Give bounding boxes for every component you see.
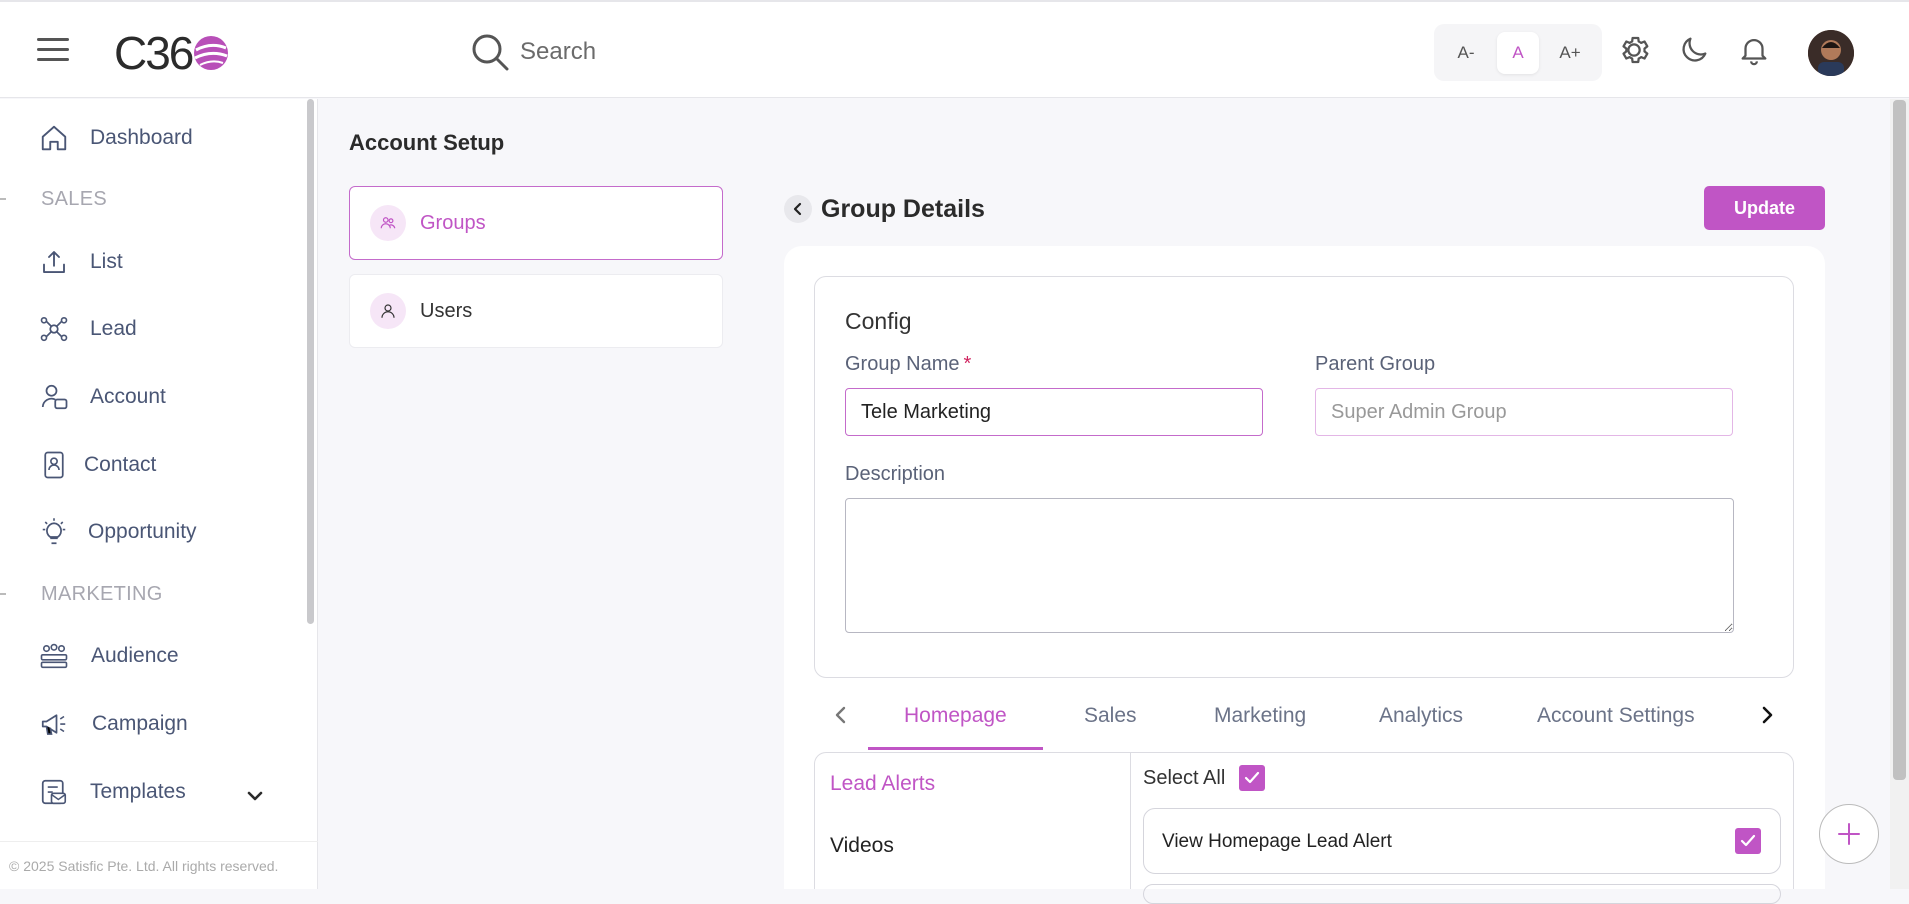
add-button[interactable] <box>1819 804 1879 864</box>
avatar-image <box>1808 30 1854 76</box>
sidebar-item-label: Lead <box>90 317 137 340</box>
side-card-label: Groups <box>420 211 486 234</box>
gear-icon[interactable] <box>1617 33 1651 67</box>
permission-row-label: View Homepage Lead Alert <box>1162 831 1392 852</box>
permission-row <box>1143 884 1781 904</box>
network-icon <box>38 313 70 345</box>
lightbulb-icon <box>38 516 70 548</box>
tab-account-settings[interactable]: Account Settings <box>1537 704 1695 728</box>
sidebar-item-lead[interactable]: Lead <box>38 313 137 345</box>
sidebar-item-audience[interactable]: Audience <box>38 640 179 672</box>
permission-category-videos[interactable]: Videos <box>830 834 894 858</box>
permission-category-lead-alerts[interactable]: Lead Alerts <box>830 772 935 796</box>
sidebar-item-label: Contact <box>84 453 157 476</box>
avatar[interactable] <box>1808 30 1854 76</box>
chevron-left-icon <box>793 202 802 216</box>
tab-scroll-right-icon[interactable] <box>1757 703 1777 727</box>
font-size-switcher: A- A A+ <box>1434 24 1602 81</box>
group-name-label: Group Name * <box>845 353 971 376</box>
tab-sales[interactable]: Sales <box>1084 704 1137 728</box>
sidebar-item-dashboard[interactable]: Dashboard <box>38 122 193 154</box>
sidebar-item-label: Account <box>90 385 166 408</box>
font-decrease-button[interactable]: A- <box>1445 32 1487 74</box>
back-button[interactable] <box>784 195 812 223</box>
tab-analytics[interactable]: Analytics <box>1379 704 1463 728</box>
search-input[interactable] <box>520 32 900 72</box>
sidebar-item-label: Dashboard <box>90 126 193 149</box>
font-default-button[interactable]: A <box>1497 31 1539 74</box>
select-all-checkbox[interactable] <box>1239 765 1265 791</box>
plus-icon <box>1838 823 1860 845</box>
checkmark-icon <box>1740 834 1756 847</box>
parent-group-label: Parent Group <box>1315 353 1436 375</box>
sidebar-item-label: Campaign <box>92 712 188 735</box>
logo-globe-icon <box>194 36 229 70</box>
page-title: Account Setup <box>349 130 505 155</box>
group-name-input[interactable] <box>845 388 1263 436</box>
sidebar-item-label: Templates <box>90 780 186 803</box>
sidebar <box>0 99 318 889</box>
side-card-users[interactable]: Users <box>349 274 723 348</box>
group-details-title: Group Details <box>821 195 985 223</box>
groups-icon <box>370 205 406 241</box>
config-title: Config <box>845 308 912 334</box>
sidebar-item-label: Opportunity <box>88 520 197 543</box>
sidebar-item-campaign[interactable]: Campaign <box>38 708 188 740</box>
font-increase-button[interactable]: A+ <box>1549 32 1591 74</box>
side-card-label: Users <box>420 299 473 322</box>
section-marker <box>0 198 6 200</box>
section-sales: SALES <box>41 188 107 210</box>
footer-copyright: © 2025 Satisfic Pte. Ltd. All rights res… <box>9 858 279 874</box>
search-icon[interactable] <box>470 32 510 72</box>
top-bar: C36 A- A A+ <box>0 0 1909 98</box>
hamburger-menu-icon[interactable] <box>37 38 69 62</box>
side-card-groups[interactable]: Groups <box>349 186 723 260</box>
tab-scroll-left-icon[interactable] <box>831 703 851 727</box>
chevron-down-icon[interactable] <box>245 786 265 806</box>
user-card-icon <box>38 381 70 413</box>
page-scrollbar-thumb[interactable] <box>1893 100 1906 780</box>
permission-checkbox[interactable] <box>1735 828 1761 854</box>
group-name-label-text: Group Name <box>845 353 960 375</box>
section-marker <box>0 593 6 595</box>
audience-icon <box>38 640 70 672</box>
logo[interactable]: C36 <box>114 26 230 80</box>
megaphone-icon <box>38 708 70 740</box>
tab-homepage[interactable]: Homepage <box>904 704 1007 728</box>
moon-icon[interactable] <box>1677 33 1711 67</box>
description-textarea[interactable] <box>845 498 1734 633</box>
footer-divider <box>0 841 318 842</box>
checkmark-icon <box>1244 771 1260 784</box>
active-tab-indicator <box>868 747 1043 750</box>
update-button[interactable]: Update <box>1704 186 1825 230</box>
section-marketing: MARKETING <box>41 583 163 605</box>
required-mark: * <box>963 353 972 375</box>
parent-group-input[interactable] <box>1315 388 1733 436</box>
bell-icon[interactable] <box>1737 33 1771 67</box>
sidebar-item-account[interactable]: Account <box>38 381 166 413</box>
sidebar-scrollbar[interactable] <box>307 99 314 624</box>
home-icon <box>38 122 70 154</box>
sidebar-item-label: Audience <box>91 644 179 667</box>
permissions-divider <box>1130 752 1131 889</box>
upload-icon <box>38 246 70 278</box>
contact-book-icon <box>38 449 70 481</box>
description-label: Description <box>845 463 946 485</box>
select-all-label: Select All <box>1143 767 1226 789</box>
templates-icon <box>38 776 70 808</box>
tab-marketing[interactable]: Marketing <box>1214 704 1306 728</box>
user-icon <box>370 293 406 329</box>
sidebar-item-label: List <box>90 250 123 273</box>
sidebar-item-contact[interactable]: Contact <box>38 449 156 481</box>
sidebar-item-templates[interactable]: Templates <box>38 776 186 808</box>
sidebar-item-opportunity[interactable]: Opportunity <box>38 516 197 548</box>
sidebar-item-list[interactable]: List <box>38 246 123 278</box>
logo-text: C36 <box>114 27 194 79</box>
